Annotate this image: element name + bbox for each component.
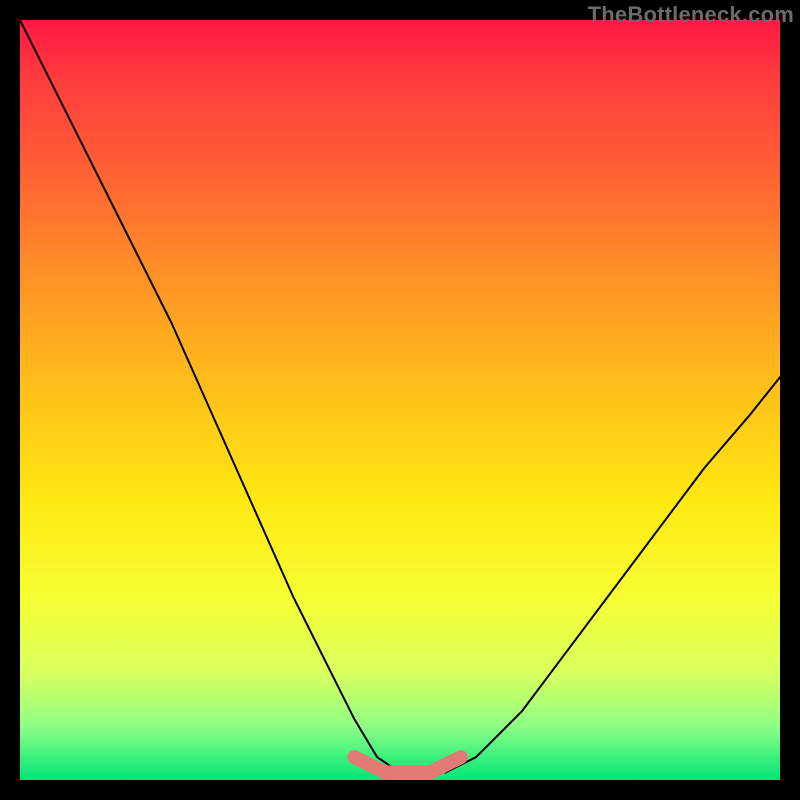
bottleneck-curve: [20, 20, 780, 772]
chart-frame: TheBottleneck.com: [0, 0, 800, 800]
chart-svg: [20, 20, 780, 780]
sweet-spot-band: [354, 757, 460, 772]
watermark-text: TheBottleneck.com: [588, 2, 794, 28]
